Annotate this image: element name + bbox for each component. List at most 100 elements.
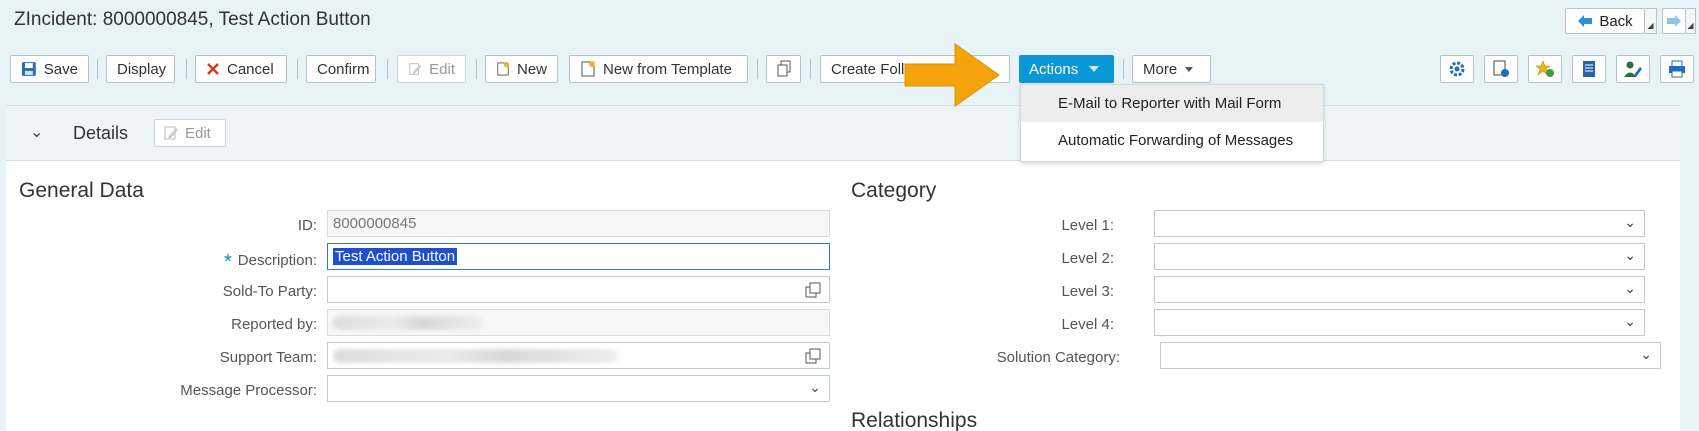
chevron-down-icon: ⌄	[1624, 313, 1636, 329]
new-from-template-button[interactable]: New from Template	[569, 55, 748, 83]
separator	[387, 59, 388, 79]
general-data-title: General Data	[19, 179, 144, 202]
description-label-wrap: * Description:	[106, 248, 317, 273]
level4-label: Level 4:	[1061, 316, 1114, 333]
chevron-down-icon: ⌄	[1624, 247, 1636, 263]
back-label: Back	[1599, 12, 1633, 30]
details-edit-button[interactable]: Edit	[154, 119, 226, 147]
chevron-down-icon: ⌄	[1624, 214, 1636, 230]
chevron-down-icon: ⌄	[1624, 280, 1636, 296]
back-button[interactable]: Back	[1565, 8, 1645, 34]
display-button[interactable]: Display	[106, 55, 175, 83]
separator	[1123, 59, 1124, 79]
personalize-button[interactable]	[1484, 55, 1518, 83]
sold-to-field[interactable]	[327, 276, 830, 303]
new-button[interactable]: New	[485, 55, 558, 83]
reported-by-field	[327, 309, 830, 336]
user-settings-button[interactable]	[1616, 55, 1650, 83]
document-settings-icon	[1493, 60, 1509, 77]
separator	[810, 59, 811, 79]
forward-history-dropdown[interactable]: ◢	[1686, 8, 1696, 34]
close-icon	[207, 63, 219, 75]
separator	[757, 59, 758, 79]
edit-button[interactable]: Edit	[397, 55, 466, 83]
title-bar: ZIncident: 8000000845, Test Action Butto…	[0, 0, 1699, 46]
user-edit-icon	[1624, 61, 1642, 77]
separator	[186, 59, 187, 79]
menu-item-email-reporter[interactable]: E-Mail to Reporter with Mail Form	[1021, 85, 1323, 122]
save-label: Save	[43, 60, 78, 78]
new-from-template-label: New from Template	[603, 60, 732, 78]
category-title: Category	[851, 179, 937, 202]
printer-icon	[1669, 60, 1685, 78]
description-field[interactable]: Test Action Button	[327, 243, 830, 270]
chevron-down-icon: ⌄	[1640, 346, 1652, 362]
star-add-icon	[1535, 60, 1554, 77]
required-icon: *	[224, 251, 232, 273]
support-team-field[interactable]	[327, 342, 830, 369]
solution-category-label: Solution Category:	[996, 349, 1120, 366]
display-label: Display	[117, 60, 167, 78]
level4-select[interactable]: ⌄	[1154, 309, 1645, 336]
edit-icon	[164, 126, 178, 140]
level3-select[interactable]: ⌄	[1154, 276, 1645, 303]
copy-button[interactable]	[766, 55, 801, 83]
message-processor-label: Message Processor:	[180, 382, 317, 399]
separator	[476, 59, 477, 79]
chevron-down-icon	[1089, 66, 1100, 72]
actions-label: Actions	[1029, 60, 1079, 78]
actions-button[interactable]: Actions	[1019, 55, 1114, 83]
confirm-label: Confirm	[317, 60, 370, 78]
toolbar: Save Display Cancel Confirm Edit New New…	[0, 49, 1699, 89]
settings-button[interactable]	[1440, 55, 1474, 83]
level3-label: Level 3:	[1061, 283, 1114, 300]
message-processor-select[interactable]: ⌄	[327, 375, 830, 402]
level2-label: Level 2:	[1061, 250, 1114, 267]
forward-button[interactable]	[1662, 8, 1686, 34]
collapse-icon[interactable]: ⌄	[30, 122, 43, 142]
menu-item-automatic-forwarding[interactable]: Automatic Forwarding of Messages	[1021, 122, 1323, 159]
new-document-icon	[581, 61, 595, 77]
separator	[97, 59, 98, 79]
relationships-title: Relationships	[851, 409, 978, 431]
add-favorite-button[interactable]	[1528, 55, 1562, 83]
more-button[interactable]: More	[1132, 55, 1211, 83]
details-header: ⌄ Details Edit	[6, 106, 1680, 161]
level1-label: Level 1:	[1061, 217, 1114, 234]
save-icon	[21, 62, 36, 76]
gear-icon	[1449, 61, 1465, 77]
notes-button[interactable]	[1572, 55, 1606, 83]
arrow-right-icon	[1667, 15, 1681, 27]
back-history-dropdown[interactable]: ◢	[1645, 8, 1657, 34]
details-panel: ⌄ Details Edit General Data ID: 80000008…	[6, 105, 1680, 431]
sold-to-label: Sold-To Party:	[222, 283, 317, 300]
new-label: New	[516, 60, 547, 78]
value-help-icon[interactable]	[805, 348, 821, 364]
value-help-icon[interactable]	[805, 282, 821, 298]
solution-category-select[interactable]: ⌄	[1160, 342, 1661, 369]
chevron-down-icon	[1185, 66, 1194, 72]
level1-select[interactable]: ⌄	[1154, 210, 1645, 237]
chevron-down-icon: ⌄	[809, 379, 821, 395]
pointer-arrow-icon	[904, 43, 1000, 107]
copy-icon	[777, 60, 790, 77]
description-label: Description:	[237, 252, 317, 269]
actions-menu: E-Mail to Reporter with Mail Form Automa…	[1020, 84, 1324, 162]
id-label: ID:	[297, 217, 317, 234]
description-value: Test Action Button	[333, 248, 458, 265]
details-edit-label: Edit	[185, 124, 211, 142]
print-button[interactable]	[1660, 55, 1694, 83]
level2-select[interactable]: ⌄	[1154, 243, 1645, 270]
cancel-button[interactable]: Cancel	[195, 55, 287, 83]
confirm-button[interactable]: Confirm	[306, 55, 376, 83]
new-document-icon	[497, 62, 510, 76]
support-team-label: Support Team:	[219, 349, 317, 366]
redacted-value	[333, 315, 483, 330]
id-value: 8000000845	[333, 215, 417, 232]
save-button[interactable]: Save	[10, 55, 89, 83]
cancel-label: Cancel	[227, 60, 274, 78]
more-label: More	[1143, 60, 1178, 78]
page-title: ZIncident: 8000000845, Test Action Butto…	[14, 9, 371, 30]
arrow-left-icon	[1578, 15, 1593, 27]
id-field: 8000000845	[327, 210, 830, 237]
